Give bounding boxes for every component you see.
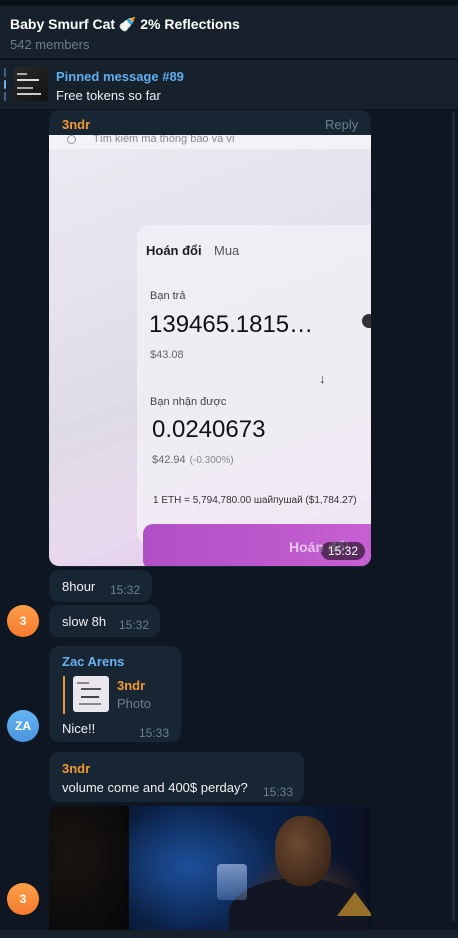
photo-lamp [337,892,371,916]
reply-button[interactable]: Reply [325,117,358,132]
message-bubble[interactable]: 3ndr volume come and 400$ perday? 15:33 [49,752,304,802]
quote-type: Photo [117,696,151,711]
pinned-indicator [4,68,7,102]
message-time: 15:32 [110,583,141,597]
photo-receive-usd: $42.94 [152,454,186,466]
sender-name[interactable]: Zac Arens [62,654,124,669]
avatar[interactable]: ZA [7,710,39,742]
message-text: volume come and 400$ perday? [62,780,248,795]
swap-screenshot-photo[interactable]: Tìm kiếm mã thông báo và ví Hoán đổi Mua… [49,135,371,566]
photo-rate: 1 ETH = 5,794,780.00 шайпушай ($1,784.27… [153,495,357,506]
message-time: 15:33 [263,785,294,799]
pinned-thumbnail [14,67,48,101]
photo-glass [217,864,247,900]
message-text: 8hour [62,579,96,594]
message-time: 15:33 [139,726,170,740]
sender-name[interactable]: 3ndr [62,761,90,776]
message-text: slow 8h [62,614,107,629]
avatar[interactable]: 3 [7,605,39,637]
pinned-message-bar[interactable]: Pinned message #89 Free tokens so far [0,60,458,110]
photo-pay-usd: $43.08 [150,349,184,361]
search-icon [67,135,76,144]
token-icon [362,314,371,328]
avatar[interactable]: 3 [7,883,39,915]
message-text: Nice!! [62,721,96,736]
photo-receive-pct: (-0.300%) [189,455,234,466]
message-bubble[interactable]: slow 8h 15:32 [49,605,160,637]
reply-quote[interactable]: 3ndr Photo [63,676,169,714]
scrollbar[interactable] [452,112,455,922]
photo-pay-amount: 139465.1815… [149,311,314,338]
pinned-title: Pinned message #89 [56,69,184,84]
quote-author: 3ndr [117,678,146,693]
swap-arrow-icon: ↓ [319,371,326,386]
photo-tab-swap: Hoán đổi [146,243,202,258]
chat-header[interactable]: Baby Smurf Cat 🍼 2% Reflections 542 memb… [0,6,458,59]
pinned-text: Free tokens so far [56,88,161,103]
chat-title: Baby Smurf Cat 🍼 2% Reflections [10,16,240,32]
photo-tab-buy: Mua [214,243,240,258]
photo-receive-usd-row: $42.94 (-0.300%) [152,454,234,466]
message-time: 15:32 [119,618,150,632]
message-bubble[interactable]: 8hour 15:32 [49,570,152,602]
gif-photo[interactable] [49,806,371,930]
photo-search-hint: Tìm kiếm mã thông báo và ví [93,135,235,145]
photo-figure-face [275,816,331,886]
sender-name[interactable]: 3ndr [62,117,90,132]
photo-foreground-shadow [49,806,129,930]
quote-thumbnail [73,676,109,712]
composer-edge [0,930,458,938]
message-time: 15:32 [320,542,365,560]
photo-receive-amount: 0.0240673 [152,416,266,443]
photo-pay-label: Bạn trả [150,290,186,302]
member-count: 542 members [10,37,90,52]
photo-receive-label: Bạn nhận được [150,396,227,408]
